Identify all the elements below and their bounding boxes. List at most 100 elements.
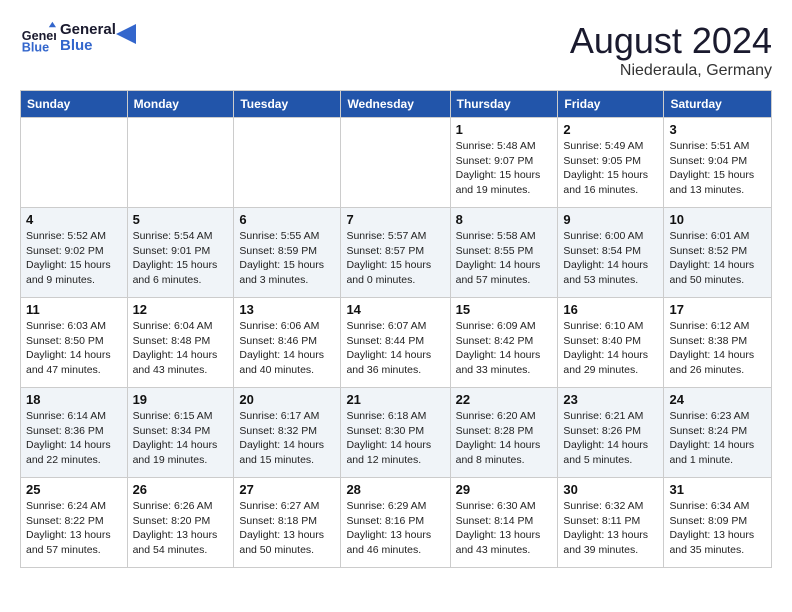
day-info: Sunrise: 6:03 AM Sunset: 8:50 PM Dayligh… <box>26 319 122 378</box>
day-info: Sunrise: 5:57 AM Sunset: 8:57 PM Dayligh… <box>346 229 444 288</box>
calendar-cell: 3Sunrise: 5:51 AM Sunset: 9:04 PM Daylig… <box>664 118 772 208</box>
calendar-cell: 13 Sunrise: 6:06 AM Sunset: 8:46 PM Dayli… <box>234 298 341 388</box>
day-number: 21 <box>346 392 444 407</box>
day-number: 12 <box>133 302 229 317</box>
day-info: Sunrise: 5:58 AM Sunset: 8:55 PM Dayligh… <box>456 229 553 288</box>
day-info: Sunrise: 6:10 AM Sunset: 8:40 PM Dayligh… <box>563 319 658 378</box>
calendar-cell: 23 Sunrise: 6:21 AM Sunset: 8:26 PM Dayli… <box>558 388 664 478</box>
page-header: General Blue General Blue August 2024 Ni… <box>20 20 772 80</box>
day-number: 13 <box>239 302 335 317</box>
calendar-table: SundayMondayTuesdayWednesdayThursdayFrid… <box>20 90 772 568</box>
calendar-cell: 11 Sunrise: 6:03 AM Sunset: 8:50 PM Dayli… <box>21 298 128 388</box>
day-number: 20 <box>239 392 335 407</box>
logo-icon: General Blue <box>20 20 56 56</box>
header-wednesday: Wednesday <box>341 91 450 118</box>
day-info: Sunrise: 5:48 AM Sunset: 9:07 PM Dayligh… <box>456 139 553 198</box>
location: Niederaula, Germany <box>570 62 772 80</box>
day-number: 22 <box>456 392 553 407</box>
day-number: 27 <box>239 482 335 497</box>
header-monday: Monday <box>127 91 234 118</box>
month-title: August 2024 <box>570 20 772 62</box>
day-info: Sunrise: 6:12 AM Sunset: 8:38 PM Dayligh… <box>669 319 766 378</box>
calendar-header-row: SundayMondayTuesdayWednesdayThursdayFrid… <box>21 91 772 118</box>
day-number: 10 <box>669 212 766 227</box>
header-thursday: Thursday <box>450 91 558 118</box>
header-sunday: Sunday <box>21 91 128 118</box>
day-number: 5 <box>133 212 229 227</box>
day-number: 16 <box>563 302 658 317</box>
calendar-week-row: 11 Sunrise: 6:03 AM Sunset: 8:50 PM Dayli… <box>21 298 772 388</box>
calendar-cell: 7Sunrise: 5:57 AM Sunset: 8:57 PM Daylig… <box>341 208 450 298</box>
day-info: Sunrise: 6:34 AM Sunset: 8:09 PM Dayligh… <box>669 499 766 558</box>
calendar-cell: 27 Sunrise: 6:27 AM Sunset: 8:18 PM Dayli… <box>234 478 341 568</box>
day-info: Sunrise: 6:06 AM Sunset: 8:46 PM Dayligh… <box>239 319 335 378</box>
day-number: 11 <box>26 302 122 317</box>
day-number: 9 <box>563 212 658 227</box>
calendar-cell: 22Sunrise: 6:20 AM Sunset: 8:28 PM Dayli… <box>450 388 558 478</box>
calendar-cell: 29Sunrise: 6:30 AM Sunset: 8:14 PM Dayli… <box>450 478 558 568</box>
calendar-cell: 4Sunrise: 5:52 AM Sunset: 9:02 PM Daylig… <box>21 208 128 298</box>
calendar-cell: 31 Sunrise: 6:34 AM Sunset: 8:09 PM Dayli… <box>664 478 772 568</box>
calendar-cell: 18 Sunrise: 6:14 AM Sunset: 8:36 PM Dayli… <box>21 388 128 478</box>
day-number: 25 <box>26 482 122 497</box>
calendar-cell <box>234 118 341 208</box>
day-info: Sunrise: 6:24 AM Sunset: 8:22 PM Dayligh… <box>26 499 122 558</box>
header-friday: Friday <box>558 91 664 118</box>
day-info: Sunrise: 6:09 AM Sunset: 8:42 PM Dayligh… <box>456 319 553 378</box>
day-number: 18 <box>26 392 122 407</box>
day-info: Sunrise: 6:14 AM Sunset: 8:36 PM Dayligh… <box>26 409 122 468</box>
calendar-cell: 14Sunrise: 6:07 AM Sunset: 8:44 PM Dayli… <box>341 298 450 388</box>
logo: General Blue General Blue <box>20 20 136 56</box>
day-info: Sunrise: 6:21 AM Sunset: 8:26 PM Dayligh… <box>563 409 658 468</box>
calendar-cell: 30Sunrise: 6:32 AM Sunset: 8:11 PM Dayli… <box>558 478 664 568</box>
logo-general: General <box>60 22 116 39</box>
calendar-cell: 24Sunrise: 6:23 AM Sunset: 8:24 PM Dayli… <box>664 388 772 478</box>
day-info: Sunrise: 6:26 AM Sunset: 8:20 PM Dayligh… <box>133 499 229 558</box>
day-number: 29 <box>456 482 553 497</box>
calendar-cell: 28Sunrise: 6:29 AM Sunset: 8:16 PM Dayli… <box>341 478 450 568</box>
calendar-cell: 2Sunrise: 5:49 AM Sunset: 9:05 PM Daylig… <box>558 118 664 208</box>
svg-text:Blue: Blue <box>22 41 49 55</box>
calendar-cell: 9 Sunrise: 6:00 AM Sunset: 8:54 PM Daylig… <box>558 208 664 298</box>
day-info: Sunrise: 6:29 AM Sunset: 8:16 PM Dayligh… <box>346 499 444 558</box>
day-number: 19 <box>133 392 229 407</box>
calendar-cell: 5 Sunrise: 5:54 AM Sunset: 9:01 PM Daylig… <box>127 208 234 298</box>
day-info: Sunrise: 6:00 AM Sunset: 8:54 PM Dayligh… <box>563 229 658 288</box>
calendar-week-row: 25 Sunrise: 6:24 AM Sunset: 8:22 PM Dayli… <box>21 478 772 568</box>
day-number: 15 <box>456 302 553 317</box>
calendar-cell: 16 Sunrise: 6:10 AM Sunset: 8:40 PM Dayli… <box>558 298 664 388</box>
day-info: Sunrise: 5:54 AM Sunset: 9:01 PM Dayligh… <box>133 229 229 288</box>
calendar-cell: 19 Sunrise: 6:15 AM Sunset: 8:34 PM Dayli… <box>127 388 234 478</box>
calendar-cell: 1 Sunrise: 5:48 AM Sunset: 9:07 PM Daylig… <box>450 118 558 208</box>
logo-arrow-icon <box>116 24 136 44</box>
day-number: 23 <box>563 392 658 407</box>
calendar-cell: 20 Sunrise: 6:17 AM Sunset: 8:32 PM Dayli… <box>234 388 341 478</box>
day-number: 31 <box>669 482 766 497</box>
calendar-cell: 8Sunrise: 5:58 AM Sunset: 8:55 PM Daylig… <box>450 208 558 298</box>
calendar-cell: 21 Sunrise: 6:18 AM Sunset: 8:30 PM Dayli… <box>341 388 450 478</box>
calendar-week-row: 1 Sunrise: 5:48 AM Sunset: 9:07 PM Daylig… <box>21 118 772 208</box>
day-number: 6 <box>239 212 335 227</box>
day-info: Sunrise: 6:27 AM Sunset: 8:18 PM Dayligh… <box>239 499 335 558</box>
calendar-cell <box>127 118 234 208</box>
day-info: Sunrise: 6:15 AM Sunset: 8:34 PM Dayligh… <box>133 409 229 468</box>
day-number: 14 <box>346 302 444 317</box>
calendar-cell: 12 Sunrise: 6:04 AM Sunset: 8:48 PM Dayli… <box>127 298 234 388</box>
calendar-cell: 26 Sunrise: 6:26 AM Sunset: 8:20 PM Dayli… <box>127 478 234 568</box>
day-info: Sunrise: 6:23 AM Sunset: 8:24 PM Dayligh… <box>669 409 766 468</box>
calendar-cell: 15 Sunrise: 6:09 AM Sunset: 8:42 PM Dayli… <box>450 298 558 388</box>
day-info: Sunrise: 6:18 AM Sunset: 8:30 PM Dayligh… <box>346 409 444 468</box>
calendar-cell <box>341 118 450 208</box>
calendar-cell <box>21 118 128 208</box>
day-info: Sunrise: 6:01 AM Sunset: 8:52 PM Dayligh… <box>669 229 766 288</box>
day-number: 1 <box>456 122 553 137</box>
day-number: 2 <box>563 122 658 137</box>
header-saturday: Saturday <box>664 91 772 118</box>
calendar-cell: 10 Sunrise: 6:01 AM Sunset: 8:52 PM Dayli… <box>664 208 772 298</box>
day-info: Sunrise: 6:04 AM Sunset: 8:48 PM Dayligh… <box>133 319 229 378</box>
day-number: 30 <box>563 482 658 497</box>
day-info: Sunrise: 6:17 AM Sunset: 8:32 PM Dayligh… <box>239 409 335 468</box>
day-number: 26 <box>133 482 229 497</box>
title-area: August 2024 Niederaula, Germany <box>570 20 772 80</box>
header-tuesday: Tuesday <box>234 91 341 118</box>
